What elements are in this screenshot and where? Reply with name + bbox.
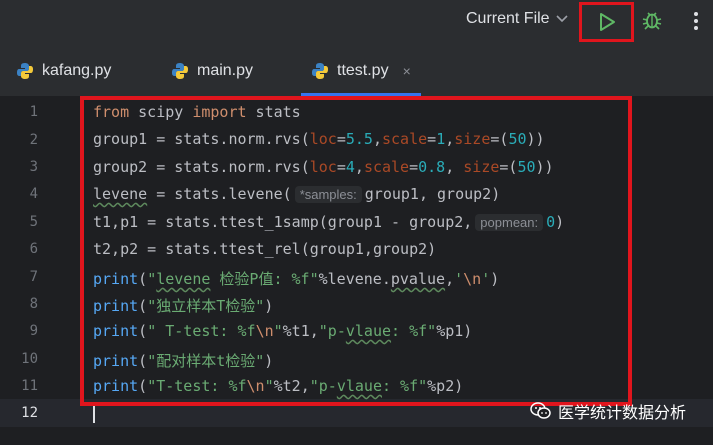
- tab-label: main.py: [197, 62, 254, 79]
- line-number: 5: [29, 214, 38, 230]
- annotation-highlight-box: [80, 96, 632, 406]
- tab-ttest[interactable]: ttest.py ×: [301, 46, 421, 96]
- line-number: 8: [29, 296, 38, 312]
- tab-label: ttest.py: [337, 62, 389, 79]
- line-number: 6: [29, 241, 38, 257]
- line-number-current: 12: [21, 405, 38, 421]
- watermark-text: 医学统计数据分析: [558, 405, 687, 422]
- tab-main[interactable]: main.py: [171, 46, 253, 96]
- vertical-dots-icon: [694, 12, 698, 30]
- line-number: 1: [29, 104, 38, 120]
- debug-button[interactable]: [640, 8, 664, 32]
- line-number: 11: [21, 378, 38, 394]
- more-options-button[interactable]: [689, 8, 703, 34]
- python-icon: [17, 63, 33, 79]
- play-icon: [599, 13, 615, 31]
- tab-label: kafang.py: [42, 62, 112, 79]
- editor-tab-bar: kafang.py main.py ttest.py ×: [0, 46, 713, 97]
- line-number-gutter: 1 2 3 4 5 6 7 8 9 10 11 12: [0, 97, 60, 445]
- run-config-label: Current File: [466, 10, 550, 27]
- line-number: 9: [29, 323, 38, 339]
- text-caret: [93, 403, 95, 423]
- line-number: 10: [21, 351, 38, 367]
- watermark: 医学统计数据分析: [530, 399, 686, 423]
- close-icon[interactable]: ×: [403, 63, 411, 79]
- tab-kafang[interactable]: kafang.py: [16, 46, 111, 96]
- wechat-icon: [530, 402, 551, 419]
- run-button[interactable]: [579, 2, 634, 42]
- line-number: 7: [29, 269, 38, 285]
- python-icon: [172, 63, 188, 79]
- code-editor[interactable]: 1 2 3 4 5 6 7 8 9 10 11 12 from scipy im…: [0, 96, 713, 445]
- run-configuration-selector[interactable]: Current File: [466, 10, 568, 28]
- line-number: 2: [29, 132, 38, 148]
- main-toolbar: Current File: [0, 0, 713, 46]
- line-number: 4: [29, 186, 38, 202]
- bug-icon: [642, 12, 662, 30]
- python-icon: [312, 63, 328, 79]
- line-number: 3: [29, 159, 38, 175]
- chevron-down-icon: [556, 12, 568, 26]
